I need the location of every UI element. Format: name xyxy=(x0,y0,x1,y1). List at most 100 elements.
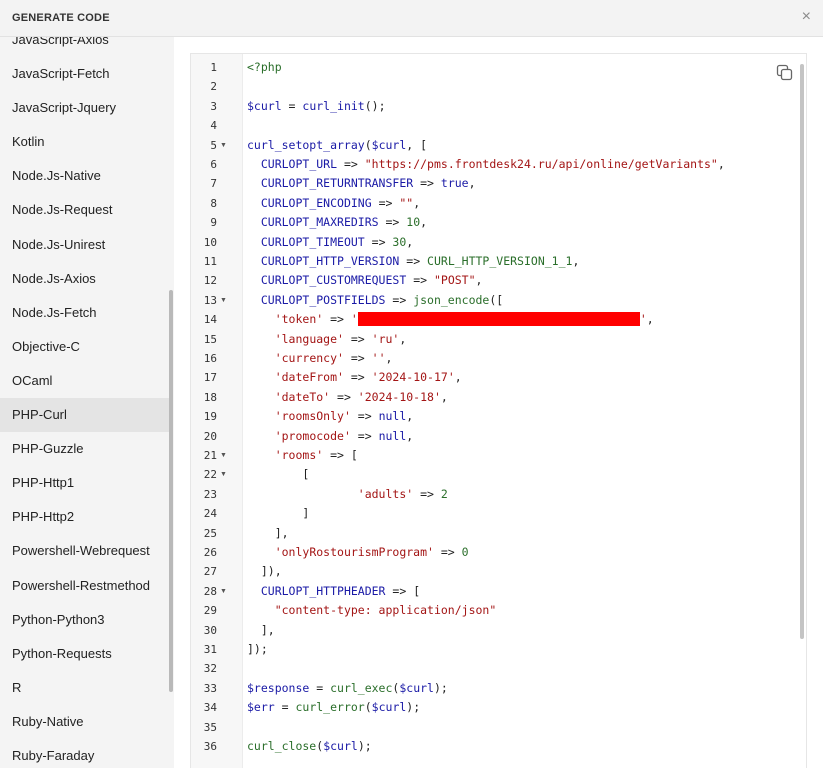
line-number: 12 xyxy=(203,274,217,288)
code-token: CURLOPT_HTTP_VERSION xyxy=(260,254,400,268)
code-line: ], xyxy=(247,524,289,543)
sidebar-item-powershell-webrequest[interactable]: Powershell-Webrequest xyxy=(0,534,170,568)
sidebar-item-objective-c[interactable]: Objective-C xyxy=(0,330,170,364)
sidebar-item-node-js-fetch[interactable]: Node.Js-Fetch xyxy=(0,296,170,330)
fold-toggle-icon[interactable]: ▼ xyxy=(220,136,227,155)
code-token: $curl xyxy=(323,739,358,753)
code-token: 'language' xyxy=(274,331,344,346)
code-line: CURLOPT_URL => "https://pms.frontdesk24.… xyxy=(247,155,725,174)
sidebar-item-powershell-restmethod[interactable]: Powershell-Restmethod xyxy=(0,569,170,603)
line-number: 3 xyxy=(210,99,217,113)
code-token: ' xyxy=(639,312,647,327)
code-token: <?php xyxy=(247,60,282,74)
line-number: 16 xyxy=(203,352,217,365)
line-number: 8 xyxy=(210,196,217,210)
code-token: => xyxy=(350,409,379,424)
line-number: 33 xyxy=(203,681,217,695)
code-token: => xyxy=(385,292,414,307)
code-token: $curl xyxy=(247,98,282,113)
code-token: ); xyxy=(433,680,448,695)
code-token: ( xyxy=(364,137,372,152)
sidebar-item-ocaml[interactable]: OCaml xyxy=(0,364,170,398)
code-line: curl_setopt_array($curl, [ xyxy=(247,136,427,155)
code-token: $err xyxy=(247,700,275,715)
close-icon[interactable]: × xyxy=(802,9,811,25)
code-token: curl_close xyxy=(247,739,317,753)
code-token: "https://pms.frontdesk24.ru/api/online/g… xyxy=(364,157,718,171)
code-token: CURLOPT_MAXREDIRS xyxy=(260,215,379,230)
sidebar-item-javascript-jquery[interactable]: JavaScript-Jquery xyxy=(0,91,170,125)
code-editor[interactable]: 1 2 3 4 5 ▼ 6 7 8 9 10 11 12 13 ▼ 14 15 16 17 18 19 20 21 ▼ 22 ▼ 2… xyxy=(190,53,807,768)
code-line: CURLOPT_CUSTOMREQUEST => "POST", xyxy=(247,271,483,290)
sidebar-item-node-js-axios[interactable]: Node.Js-Axios xyxy=(0,262,170,296)
sidebar-item-python-python3[interactable]: Python-Python3 xyxy=(0,603,170,637)
code-token: ); xyxy=(406,700,421,715)
code-token: => xyxy=(343,331,372,346)
sidebar-item-node-js-request[interactable]: Node.Js-Request xyxy=(0,193,170,227)
code-token: 'token' xyxy=(274,312,324,327)
editor-scrollbar[interactable] xyxy=(800,64,804,639)
code-token: [ xyxy=(413,583,421,598)
line-number: 5 xyxy=(210,138,217,152)
code-token: 'rooms' xyxy=(274,448,324,462)
sidebar-item-python-requests[interactable]: Python-Requests xyxy=(0,637,170,671)
code-token: = xyxy=(309,680,331,695)
code-token: "POST" xyxy=(433,273,476,288)
line-number: 25 xyxy=(203,526,217,540)
fold-toggle-icon[interactable]: ▼ xyxy=(220,291,227,310)
code-line: ]); xyxy=(247,640,268,659)
code-token: , xyxy=(646,312,654,327)
sidebar-item-php-http1[interactable]: PHP-Http1 xyxy=(0,466,170,500)
sidebar-scrollbar[interactable] xyxy=(169,290,173,692)
code-token: => xyxy=(343,351,372,365)
code-token: => xyxy=(413,176,441,191)
code-token: curl_init xyxy=(302,98,365,113)
redacted-token xyxy=(357,311,640,326)
line-number: 31 xyxy=(203,643,217,656)
line-number: 34 xyxy=(203,701,217,715)
line-number: 30 xyxy=(203,623,217,637)
sidebar-item-javascript-axios[interactable]: JavaScript-Axios xyxy=(0,37,170,57)
sidebar-item-javascript-fetch[interactable]: JavaScript-Fetch xyxy=(0,57,170,91)
code-token: 10 xyxy=(406,215,421,230)
code-token: , xyxy=(399,331,407,346)
sidebar-item-kotlin[interactable]: Kotlin xyxy=(0,125,170,159)
fold-toggle-icon[interactable]: ▼ xyxy=(220,582,227,601)
code-line: 'adults' => 2 xyxy=(247,485,448,504)
fold-toggle-icon[interactable]: ▼ xyxy=(220,465,227,484)
code-line: [ xyxy=(247,465,309,484)
code-token: $curl xyxy=(371,700,407,715)
sidebar-item-php-curl[interactable]: PHP-Curl xyxy=(0,398,170,433)
language-sidebar: JavaScript-Axios JavaScript-Fetch JavaScri… xyxy=(0,37,174,768)
code-token: CURL_HTTP_VERSION_1_1 xyxy=(427,254,573,268)
code-token: , xyxy=(385,351,393,365)
sidebar-item-ruby-faraday[interactable]: Ruby-Faraday xyxy=(0,739,170,768)
code-line: CURLOPT_ENCODING => "", xyxy=(247,194,420,213)
sidebar-item-r[interactable]: R xyxy=(0,671,170,705)
code-line: ] xyxy=(247,504,309,523)
line-number: 13 xyxy=(203,293,217,307)
line-number: 23 xyxy=(203,487,217,501)
code-token: CURLOPT_RETURNTRANSFER xyxy=(260,176,414,191)
sidebar-item-php-guzzle[interactable]: PHP-Guzzle xyxy=(0,432,170,466)
code-token: true xyxy=(440,176,469,191)
fold-toggle-icon[interactable]: ▼ xyxy=(220,446,227,465)
sidebar-item-php-http2[interactable]: PHP-Http2 xyxy=(0,500,170,534)
copy-icon[interactable] xyxy=(776,64,794,82)
sidebar-item-node-js-unirest[interactable]: Node.Js-Unirest xyxy=(0,228,170,262)
code-line: 'rooms' => [ xyxy=(247,446,358,465)
sidebar-item-ruby-native[interactable]: Ruby-Native xyxy=(0,705,170,739)
code-token: => xyxy=(433,545,462,559)
sidebar-item-node-js-native[interactable]: Node.Js-Native xyxy=(0,159,170,193)
code-line: 'promocode' => null, xyxy=(247,427,414,446)
code-token: , xyxy=(420,215,428,230)
